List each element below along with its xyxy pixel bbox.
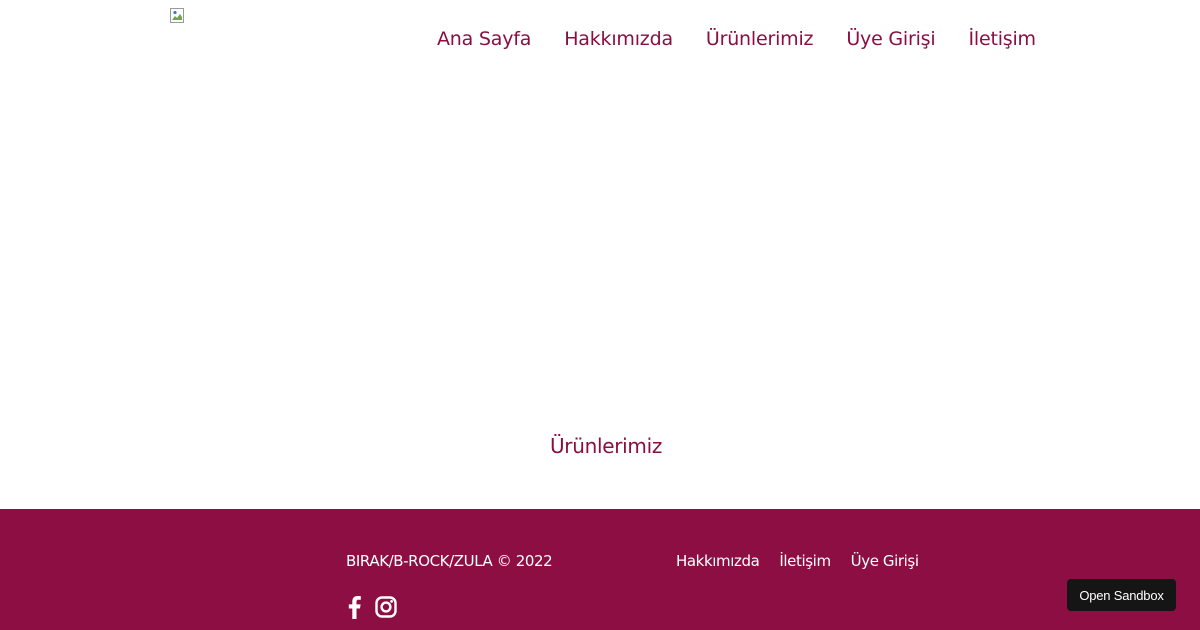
- nav-link-products[interactable]: Ürünlerimiz: [706, 26, 814, 52]
- instagram-icon[interactable]: [375, 596, 397, 618]
- broken-image-icon[interactable]: [170, 8, 186, 24]
- nav-link-member-login[interactable]: Üye Girişi: [846, 26, 935, 52]
- footer-link-member-login[interactable]: Üye Girişi: [851, 552, 919, 570]
- main-nav: Ana Sayfa Hakkımızda Ürünlerimiz Üye Gir…: [437, 26, 1036, 52]
- nav-link-about[interactable]: Hakkımızda: [564, 26, 673, 52]
- site-footer: BIRAK/B-ROCK/ZULA © 2022 Hakkımızda İlet…: [0, 509, 1200, 630]
- section-title: Ürünlerimiz: [549, 434, 663, 458]
- nav-link-contact[interactable]: İletişim: [968, 26, 1036, 52]
- footer-links: Hakkımızda İletişim Üye Girişi: [676, 552, 919, 570]
- page: Ana Sayfa Hakkımızda Ürünlerimiz Üye Gir…: [0, 0, 1200, 630]
- facebook-icon[interactable]: [345, 595, 363, 619]
- site-header: Ana Sayfa Hakkımızda Ürünlerimiz Üye Gir…: [0, 0, 1200, 80]
- social-links: [345, 595, 397, 619]
- footer-link-contact[interactable]: İletişim: [779, 552, 831, 570]
- nav-link-home[interactable]: Ana Sayfa: [437, 26, 531, 52]
- footer-link-about[interactable]: Hakkımızda: [676, 552, 760, 570]
- open-sandbox-button[interactable]: Open Sandbox: [1067, 579, 1176, 611]
- copyright-text: BIRAK/B-ROCK/ZULA © 2022: [346, 552, 553, 570]
